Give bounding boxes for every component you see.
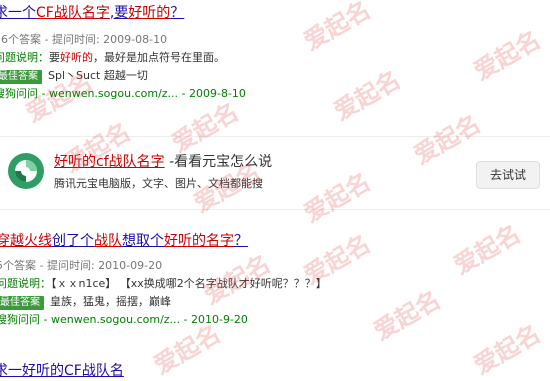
ad-title[interactable]: 好听的cf战队名字 -看看元宝怎么说 <box>54 151 272 171</box>
ad-title-rest: -看看元宝怎么说 <box>164 154 273 170</box>
best-answer: 最佳答案 Spl丶Suct 超越一切 <box>0 68 550 84</box>
title-text[interactable]: 求一好听的CF战队名 <box>0 363 124 379</box>
question-label: 问题说明： <box>0 277 51 290</box>
title-text[interactable]: ,要 <box>110 5 128 21</box>
title-highlight[interactable]: 战队 <box>94 233 122 249</box>
question-description: 问题说明：【ｘｘn1ce】 【xx换成哪2个名字战队才好听呢？？？】 <box>0 276 550 292</box>
best-answer-text: Spl丶Suct 超越一切 <box>48 69 148 82</box>
title-text[interactable]: ？ <box>170 5 184 21</box>
desc-text: 【ｘｘn1ce】 【xx换成哪2个名字战队才好听呢？？？】 <box>51 277 327 290</box>
desc-text: ，最好是加点符号在里面。 <box>93 51 225 64</box>
result-meta: 5个答案 - 提问时间: 2010-09-20 <box>0 259 163 272</box>
result-title[interactable]: 穿越火线创了个战队想取个好听的名字？ <box>0 232 550 250</box>
try-button[interactable]: 去试试 <box>476 161 540 189</box>
result-source[interactable]: 搜狗问问 - wenwen.sogou.com/z... - 2010-9-20 <box>0 312 550 328</box>
search-result-1: 求一个CF战队名字,要好听的？ 16个答案 - 提问时间: 2009-08-10… <box>0 4 550 102</box>
question-description: 问题说明：要好听的，最好是加点符号在里面。 <box>0 50 550 66</box>
best-answer-badge: 最佳答案 <box>0 296 44 310</box>
title-highlight[interactable]: 好听的 <box>128 5 170 21</box>
yuanbao-logo-icon <box>8 153 44 189</box>
ad-title-link[interactable]: 好听的cf战队名字 <box>54 154 165 170</box>
title-text[interactable]: ？ <box>234 233 248 249</box>
best-answer-text: 皇族，猛鬼，摇摆，巅峰 <box>50 295 171 308</box>
ad-subtitle: 腾讯元宝电脑版，文字、图片、文档都能搜 <box>54 177 263 190</box>
yuanbao-ad-card[interactable]: 好听的cf战队名字 -看看元宝怎么说 腾讯元宝电脑版，文字、图片、文档都能搜 去… <box>0 136 550 210</box>
title-text[interactable]: 求一个 <box>0 5 36 21</box>
desc-highlight: 好听的 <box>60 51 93 64</box>
title-text[interactable]: 创了个 <box>52 233 94 249</box>
desc-text: 要 <box>49 51 60 64</box>
title-highlight[interactable]: CF战队名字 <box>36 5 110 21</box>
title-text[interactable]: 想取个 <box>122 233 164 249</box>
title-highlight[interactable]: 穿越火线 <box>0 233 52 249</box>
result-title[interactable]: 求一个CF战队名字,要好听的？ <box>0 4 550 22</box>
result-meta: 16个答案 - 提问时间: 2009-08-10 <box>0 33 168 46</box>
title-highlight[interactable]: 好听的名字 <box>164 233 234 249</box>
result-source[interactable]: 搜狗问问 - wenwen.sogou.com/z... - 2009-8-10 <box>0 86 550 102</box>
question-label: 问题说明： <box>0 51 49 64</box>
best-answer-badge: 最佳答案 <box>0 70 42 84</box>
search-result-2: 穿越火线创了个战队想取个好听的名字？ 5个答案 - 提问时间: 2010-09-… <box>0 232 550 328</box>
best-answer: 最佳答案 皇族，猛鬼，摇摆，巅峰 <box>0 294 550 310</box>
search-result-3: 求一好听的CF战队名 <box>0 362 550 380</box>
result-title[interactable]: 求一好听的CF战队名 <box>0 362 550 380</box>
